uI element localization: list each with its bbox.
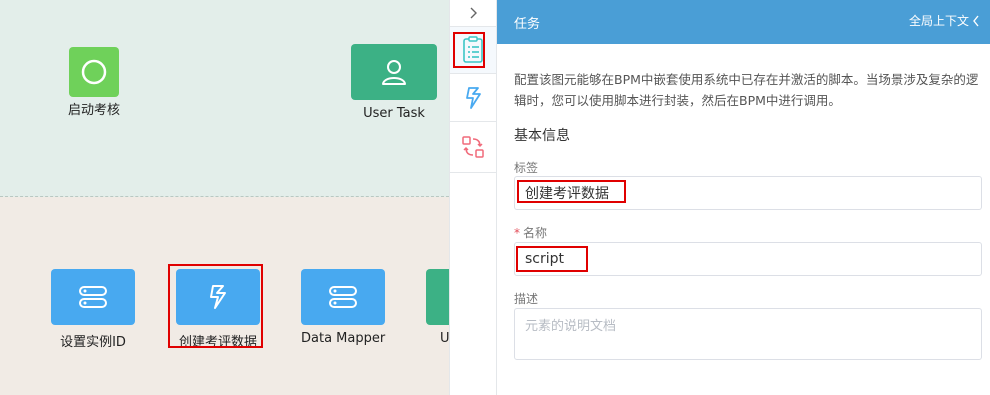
description-textarea[interactable] — [514, 308, 982, 360]
user-task-label: User Task — [363, 106, 425, 121]
label-field-label: 标签 — [514, 161, 539, 175]
selection-highlight-canvas — [168, 264, 263, 348]
data-mapper-label: Data Mapper — [301, 331, 386, 346]
panel-description: 配置该图元能够在BPM中嵌套使用系统中已存在并激活的脚本。当场景涉及复杂的逻辑时… — [514, 72, 979, 108]
user-task-partial-box[interactable] — [426, 269, 449, 325]
user-task-node-partial[interactable]: U — [426, 269, 449, 346]
tab-data-mapping[interactable] — [450, 122, 496, 173]
global-context-label: 全局上下文 — [908, 14, 969, 28]
required-mark: * — [514, 226, 520, 240]
start-node[interactable]: 启动考核 — [68, 47, 120, 118]
properties-panel: 任务 全局上下文 配置该图元能够在BPM中嵌套使用系统中已存在并激活的脚本。当场… — [497, 0, 990, 395]
set-instance-id-node[interactable]: 设置实例ID — [51, 269, 135, 350]
data-mapper-node[interactable]: Data Mapper — [301, 269, 385, 346]
circle-icon — [81, 59, 107, 85]
set-instance-id-label: 设置实例ID — [60, 335, 126, 350]
user-icon — [382, 60, 406, 85]
name-field-label: * 名称 — [514, 224, 547, 241]
section-title-basic-info: 基本信息 — [514, 128, 570, 144]
list-icon — [79, 286, 107, 308]
set-instance-id-box[interactable] — [51, 269, 135, 325]
description-field-label: 描述 — [514, 292, 539, 306]
start-node-label: 启动考核 — [68, 103, 121, 118]
selection-highlight-tab — [453, 32, 485, 68]
user-task-node[interactable]: User Task — [351, 44, 437, 121]
panel-header: 任务 全局上下文 — [497, 0, 990, 44]
chevron-right-icon — [470, 7, 477, 19]
tab-task-properties[interactable] — [450, 27, 496, 74]
data-mapper-box[interactable] — [301, 269, 386, 325]
start-node-box[interactable] — [69, 47, 119, 97]
process-canvas[interactable]: 启动考核 User Task 设置实例ID 创建考评数据 Data Mapper… — [0, 0, 449, 395]
list-icon — [329, 286, 358, 308]
user-task-box[interactable] — [351, 44, 437, 100]
collapse-panel-button[interactable] — [450, 0, 496, 27]
panel-title: 任务 — [514, 17, 541, 32]
chevron-left-icon — [973, 15, 979, 26]
tab-script[interactable] — [450, 74, 496, 122]
global-context-button[interactable]: 全局上下文 — [909, 12, 980, 29]
script-icon — [466, 86, 481, 109]
label-input[interactable] — [514, 176, 982, 210]
user-task-partial-label: U — [440, 331, 449, 346]
swap-icon — [462, 136, 484, 158]
name-input[interactable] — [514, 242, 982, 276]
name-field-label-text: 名称 — [523, 226, 548, 240]
panel-tab-strip — [449, 0, 497, 395]
